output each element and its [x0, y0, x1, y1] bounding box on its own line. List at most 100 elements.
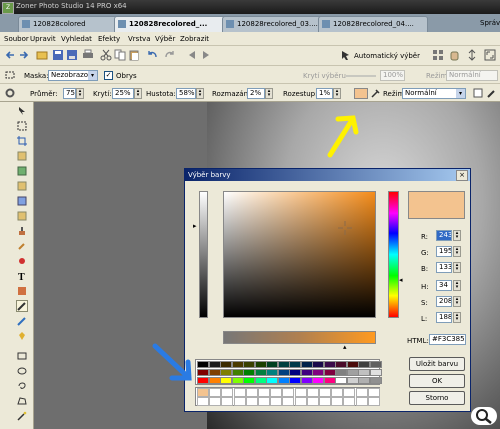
save-disk-icon[interactable]	[52, 49, 64, 61]
palette-swatch[interactable]	[231, 361, 244, 368]
palette-swatch[interactable]	[312, 369, 324, 376]
custom-color-slot[interactable]	[270, 397, 283, 406]
palette-swatch[interactable]	[346, 361, 359, 368]
brush-tool-icon[interactable]	[16, 300, 28, 312]
palette-swatch[interactable]	[369, 377, 382, 384]
palette-swatch[interactable]	[277, 361, 290, 368]
forward-arrow-icon[interactable]	[18, 49, 30, 61]
palette-swatch[interactable]	[277, 369, 290, 376]
palette-swatch[interactable]	[369, 369, 382, 376]
move-left-icon[interactable]	[186, 49, 198, 61]
back-arrow-icon[interactable]	[4, 49, 16, 61]
print-icon[interactable]	[82, 49, 94, 61]
menu-layer[interactable]: Vrstva	[128, 35, 151, 43]
palette-swatch[interactable]	[300, 377, 313, 384]
ok-button[interactable]: OK	[409, 374, 465, 388]
blur-input[interactable]: 2%	[247, 88, 265, 99]
palette-swatch[interactable]	[289, 369, 301, 376]
palette-swatch[interactable]	[346, 369, 359, 376]
spacing-input[interactable]: 1%	[316, 88, 333, 99]
brush-color-swatch[interactable]	[354, 88, 368, 99]
menu-selection[interactable]: Výběr	[155, 35, 175, 43]
custom-color-slot[interactable]	[355, 397, 368, 406]
menu-file[interactable]: Soubor	[4, 35, 29, 43]
palette-swatch[interactable]	[335, 361, 347, 368]
text-tool-icon[interactable]: T	[17, 271, 27, 283]
eraser-tool-icon[interactable]	[17, 316, 27, 326]
palette-swatch[interactable]	[243, 377, 255, 384]
crop-tool-icon[interactable]	[17, 136, 27, 146]
blue-input[interactable]: 133	[436, 262, 452, 273]
palette-swatch[interactable]	[208, 377, 221, 384]
palette-swatch[interactable]	[358, 377, 370, 384]
palette-swatch[interactable]	[231, 377, 244, 384]
zoom-fit-icon[interactable]	[484, 49, 496, 61]
palette-swatch[interactable]	[358, 361, 370, 368]
palette-swatch[interactable]	[254, 361, 267, 368]
transparency-value[interactable]: 100%	[380, 70, 405, 81]
mode-select[interactable]: Normální	[446, 70, 498, 81]
custom-color-slot[interactable]	[282, 397, 295, 406]
custom-color-slot[interactable]	[221, 388, 234, 397]
palette-swatch[interactable]	[254, 369, 267, 376]
menu-effects[interactable]: Efekty	[98, 35, 120, 43]
palette-swatch[interactable]	[312, 361, 324, 368]
palette-swatch[interactable]	[231, 369, 244, 376]
diameter-spinner-icon[interactable]: ▴ ▾	[76, 88, 84, 99]
brush-mode-select[interactable]: Normální ▾	[402, 88, 466, 99]
saturation-spinner-icon[interactable]: ▴ ▾	[453, 296, 461, 307]
manager-tab-label[interactable]: Správ	[480, 19, 500, 27]
red-input[interactable]: 243	[436, 230, 452, 241]
palette-swatch[interactable]	[197, 377, 209, 384]
auto-select-icon[interactable]	[340, 49, 352, 61]
mask-select[interactable]: Nezobrazovat ▾	[48, 70, 98, 81]
custom-color-slot[interactable]	[209, 397, 222, 406]
palette-swatch[interactable]	[243, 369, 255, 376]
palette-swatch[interactable]	[254, 377, 267, 384]
palette-swatch[interactable]	[323, 369, 336, 376]
html-input[interactable]: #F3C385	[429, 334, 466, 345]
hue-spinner-icon[interactable]: ▴ ▾	[453, 280, 461, 291]
frames-checkbox[interactable]: ✓	[104, 71, 113, 80]
palette-swatch[interactable]	[220, 361, 232, 368]
tab-document-3[interactable]: 120828recolored_03....	[222, 16, 332, 33]
tab-document-4[interactable]: 120828recolored_04....	[318, 16, 428, 33]
palette-swatch[interactable]	[358, 369, 370, 376]
color-field[interactable]	[223, 191, 376, 318]
cancel-button[interactable]: Storno	[409, 391, 465, 405]
custom-color-slot[interactable]	[197, 397, 209, 406]
palette-swatch[interactable]	[277, 377, 290, 384]
perspective-tool-icon[interactable]	[17, 181, 27, 191]
palette-swatch[interactable]	[208, 361, 221, 368]
saturation-bar[interactable]	[223, 331, 376, 344]
hue-input[interactable]: 34	[436, 280, 452, 291]
custom-color-slot[interactable]	[306, 388, 319, 397]
custom-color-slot[interactable]	[282, 388, 295, 397]
lightness-input[interactable]: 188	[436, 312, 452, 323]
palette-swatch[interactable]	[289, 361, 301, 368]
move-right-icon[interactable]	[200, 49, 212, 61]
palette-swatch[interactable]	[197, 361, 209, 368]
menu-view[interactable]: Zobrazit	[180, 35, 209, 43]
close-icon[interactable]: ×	[456, 170, 468, 181]
palette-swatch[interactable]	[323, 361, 336, 368]
palette-swatch[interactable]	[335, 377, 347, 384]
custom-color-slot[interactable]	[221, 397, 234, 406]
custom-color-slot[interactable]	[233, 397, 246, 406]
custom-color-slot[interactable]	[270, 388, 283, 397]
density-input[interactable]: 58%	[176, 88, 196, 99]
save-color-button[interactable]: Uložit barvu	[409, 357, 465, 371]
magic-wand-icon[interactable]	[17, 411, 27, 421]
green-spinner-icon[interactable]: ▴ ▾	[453, 246, 461, 257]
palette-swatch[interactable]	[243, 361, 255, 368]
palette-swatch[interactable]	[266, 377, 278, 384]
palette-swatch[interactable]	[220, 377, 232, 384]
rotate-tool-icon[interactable]	[17, 151, 27, 161]
clone-stamp-icon[interactable]	[17, 226, 27, 236]
custom-color-slot[interactable]	[258, 388, 270, 397]
gradient-tool-icon[interactable]	[17, 286, 27, 296]
density-spinner-icon[interactable]: ▴ ▾	[196, 88, 204, 99]
menu-search[interactable]: Vyhledat	[61, 35, 92, 43]
settings-gear-icon[interactable]	[4, 87, 16, 99]
custom-color-slot[interactable]	[331, 388, 344, 397]
